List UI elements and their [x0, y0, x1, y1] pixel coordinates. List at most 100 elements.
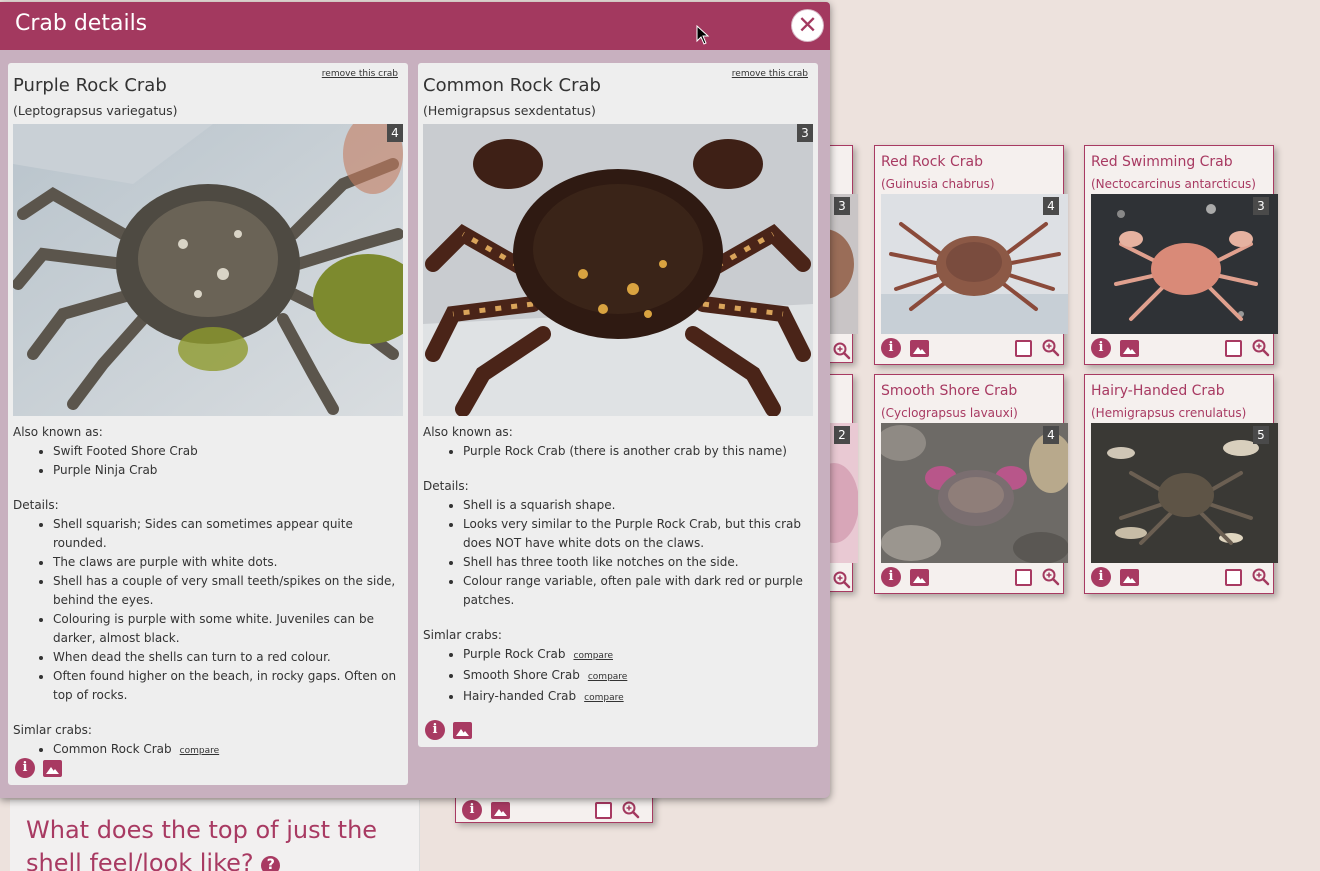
- info-icon[interactable]: i: [881, 567, 901, 587]
- crab-details-modal: Crab details ✕ Purple Rock Crab (Leptogr…: [0, 2, 830, 798]
- zoom-icon[interactable]: [1041, 338, 1061, 358]
- crab-card-name: Red Rock Crab: [881, 154, 983, 170]
- crab-detail-panel: Purple Rock Crab (Leptograpsus variegatu…: [8, 63, 408, 785]
- image-icon[interactable]: [910, 340, 929, 357]
- crab-card-name: Red Swimming Crab: [1091, 154, 1233, 170]
- crab-name: Purple Rock Crab: [13, 75, 167, 96]
- help-icon[interactable]: ?: [261, 856, 281, 871]
- image-icon[interactable]: [1120, 569, 1139, 586]
- compare-link[interactable]: compare: [574, 651, 614, 661]
- list-item: The claws are purple with white dots.: [53, 553, 403, 572]
- crab-card-latin: (Cyclograpsus lavauxi): [881, 406, 1018, 420]
- details-list: Shell is a squarish shape. Looks very si…: [463, 496, 813, 610]
- crab-card-photo[interactable]: [881, 423, 1068, 563]
- crab-card-photo[interactable]: [1091, 423, 1278, 563]
- close-button[interactable]: ✕: [792, 10, 823, 41]
- list-item: Colour range variable, often pale with d…: [463, 572, 813, 610]
- crab-description: Also known as: Purple Rock Crab (there i…: [423, 423, 813, 708]
- similar-crab-name: Smooth Shore Crab: [463, 668, 580, 682]
- photo-count-badge: 2: [834, 426, 850, 444]
- crab-card-photo[interactable]: [1091, 194, 1278, 334]
- aka-list: Swift Footed Shore Crab Purple Ninja Cra…: [53, 442, 403, 480]
- zoom-icon[interactable]: [1251, 338, 1271, 358]
- info-icon[interactable]: i: [15, 758, 35, 778]
- crab-name: Common Rock Crab: [423, 75, 601, 96]
- zoom-icon[interactable]: [1251, 567, 1271, 587]
- image-icon[interactable]: [910, 569, 929, 586]
- crab-photo-image: [423, 124, 813, 416]
- select-checkbox[interactable]: [1015, 569, 1032, 586]
- similar-item: Purple Rock Crab compare: [463, 645, 813, 666]
- photo-count-badge: 3: [797, 124, 813, 142]
- list-item: When dead the shells can turn to a red c…: [53, 648, 403, 667]
- list-item: Swift Footed Shore Crab: [53, 442, 403, 461]
- question-panel: What does the top of just the shell feel…: [10, 800, 420, 871]
- crab-photo-image: [1091, 194, 1278, 334]
- image-icon[interactable]: [1120, 340, 1139, 357]
- crab-card-latin: (Guinusia chabrus): [881, 177, 995, 191]
- zoom-icon[interactable]: [1041, 567, 1061, 587]
- zoom-icon[interactable]: [621, 800, 641, 820]
- similar-crab-name: Hairy-handed Crab: [463, 689, 577, 703]
- crab-photo-image: [881, 194, 1068, 334]
- list-item: Often found higher on the beach, in rock…: [53, 667, 403, 705]
- select-checkbox[interactable]: [1015, 340, 1032, 357]
- photo-count-badge: 4: [1043, 426, 1059, 444]
- photo-count-badge: 3: [1253, 197, 1269, 215]
- zoom-icon[interactable]: [832, 570, 852, 590]
- compare-link[interactable]: compare: [584, 693, 624, 703]
- similar-item: Hairy-handed Crab compare: [463, 687, 813, 708]
- list-item: Shell is a squarish shape.: [463, 496, 813, 515]
- crab-card-hairy-handed[interactable]: Hairy-Handed Crab (Hemigrapsus crenulatu…: [1084, 374, 1278, 594]
- info-icon[interactable]: i: [1091, 338, 1111, 358]
- crab-card-red-swimming[interactable]: Red Swimming Crab (Nectocarcinus antarct…: [1084, 145, 1278, 365]
- info-icon[interactable]: i: [462, 800, 482, 820]
- similar-item: Smooth Shore Crab compare: [463, 666, 813, 687]
- photo-count-badge: 3: [834, 197, 850, 215]
- crab-card-smooth-shore[interactable]: Smooth Shore Crab (Cyclograpsus lavauxi)…: [874, 374, 1068, 594]
- similar-heading: Simlar crabs:: [13, 723, 92, 737]
- crab-card-red-rock[interactable]: Red Rock Crab (Guinusia chabrus) 4 i: [874, 145, 1068, 365]
- crab-card-photo[interactable]: [881, 194, 1068, 334]
- select-checkbox[interactable]: [595, 802, 612, 819]
- info-icon[interactable]: i: [425, 720, 445, 740]
- info-icon[interactable]: i: [881, 338, 901, 358]
- aka-heading: Also known as:: [423, 425, 513, 439]
- aka-heading: Also known as:: [13, 425, 103, 439]
- crab-detail-panel: Common Rock Crab (Hemigrapsus sexdentatu…: [418, 63, 818, 747]
- crab-card-latin: (Nectocarcinus antarcticus): [1091, 177, 1256, 191]
- details-heading: Details:: [13, 498, 59, 512]
- crab-photo[interactable]: [13, 124, 403, 416]
- similar-item: Common Rock Crab compare: [53, 740, 403, 761]
- list-item: Purple Ninja Crab: [53, 461, 403, 480]
- zoom-icon[interactable]: [832, 341, 852, 361]
- image-icon[interactable]: [453, 722, 472, 739]
- remove-crab-link[interactable]: remove this crab: [732, 69, 808, 79]
- similar-crab-name: Common Rock Crab: [53, 742, 172, 756]
- similar-heading: Simlar crabs:: [423, 628, 502, 642]
- info-icon[interactable]: i: [1091, 567, 1111, 587]
- mouse-cursor-icon: [696, 25, 710, 45]
- photo-count-badge: 4: [1043, 197, 1059, 215]
- question-heading: What does the top of just the shell feel…: [26, 814, 406, 871]
- crab-card-name: Smooth Shore Crab: [881, 383, 1018, 399]
- crab-latin-name: (Leptograpsus variegatus): [13, 103, 178, 118]
- modal-title: Crab details: [15, 11, 148, 36]
- list-item: Shell squarish; Sides can sometimes appe…: [53, 515, 403, 553]
- list-item: Purple Rock Crab (there is another crab …: [463, 442, 813, 461]
- select-checkbox[interactable]: [1225, 569, 1242, 586]
- select-checkbox[interactable]: [1225, 340, 1242, 357]
- photo-count-badge: 4: [387, 124, 403, 142]
- list-item: Looks very similar to the Purple Rock Cr…: [463, 515, 813, 553]
- compare-link[interactable]: compare: [588, 672, 628, 682]
- details-heading: Details:: [423, 479, 469, 493]
- crab-photo[interactable]: [423, 124, 813, 416]
- aka-list: Purple Rock Crab (there is another crab …: [463, 442, 813, 461]
- crab-photo-image: [881, 423, 1068, 563]
- list-item: Colouring is purple with some white. Juv…: [53, 610, 403, 648]
- remove-crab-link[interactable]: remove this crab: [322, 69, 398, 79]
- image-icon[interactable]: [491, 802, 510, 819]
- list-item: Shell has three tooth like notches on th…: [463, 553, 813, 572]
- compare-link[interactable]: compare: [180, 746, 220, 756]
- image-icon[interactable]: [43, 760, 62, 777]
